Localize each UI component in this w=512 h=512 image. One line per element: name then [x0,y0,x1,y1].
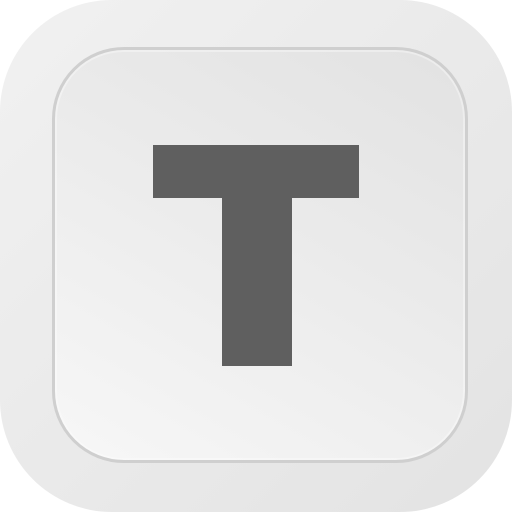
letter-t-stem [222,145,292,366]
letter-t-icon [153,145,359,366]
app-icon[interactable]: T [0,0,512,512]
